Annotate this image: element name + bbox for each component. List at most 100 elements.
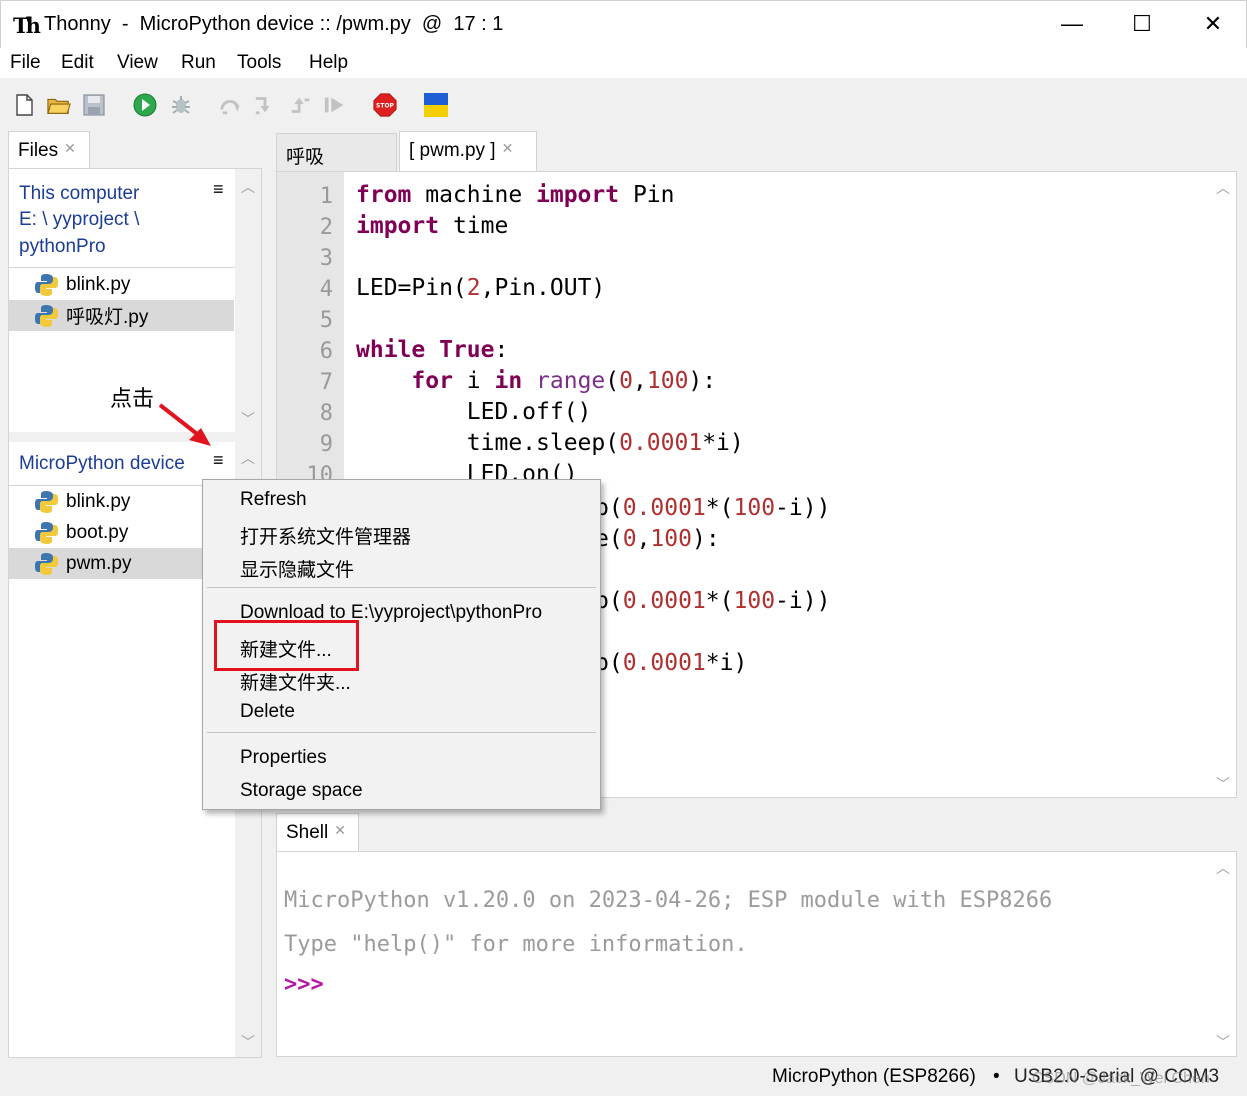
annotation-label: 点击 — [110, 387, 155, 412]
menu-file[interactable]: File — [10, 52, 41, 74]
list-item-selected[interactable]: 呼吸灯.py — [9, 300, 234, 331]
interpreter-selector[interactable]: MicroPython (ESP8266) — [772, 1066, 976, 1088]
tab-close-icon[interactable]: ✕ — [502, 140, 514, 156]
pane-splitter[interactable] — [9, 432, 261, 442]
menu-item-open-file-manager[interactable]: 打开系统文件管理器 — [240, 522, 411, 549]
list-item[interactable]: boot.py — [9, 517, 234, 548]
tab-editor-active[interactable]: [ pwm.py ] ✕ — [399, 131, 537, 172]
code-line: import time — [356, 213, 508, 239]
close-button[interactable]: ✕ — [1178, 1, 1247, 47]
code-token: *( — [705, 495, 734, 521]
tab-shell[interactable]: Shell ✕ — [276, 813, 359, 852]
python-file-icon — [34, 490, 59, 514]
menu-item-new-folder[interactable]: 新建文件夹... — [240, 668, 351, 695]
scroll-up-icon[interactable]: ︿ — [241, 448, 255, 468]
debug-icon[interactable] — [169, 93, 193, 117]
editor-scrollbar[interactable]: ︿ ﹀ — [1210, 172, 1236, 797]
line-number: 7 — [319, 370, 333, 395]
code-token: , — [636, 526, 651, 552]
scroll-up-icon[interactable]: ︿ — [241, 177, 255, 197]
computer-path-part[interactable]: E: \ yyproject \ — [19, 206, 139, 233]
list-item-selected[interactable]: pwm.py — [9, 548, 234, 579]
new-file-icon[interactable] — [12, 93, 36, 117]
maximize-button[interactable]: ☐ — [1107, 1, 1177, 47]
menu-help[interactable]: Help — [309, 52, 348, 74]
line-number: 6 — [319, 339, 333, 364]
device-menu-icon[interactable]: ≡ — [213, 450, 224, 471]
line-number: 2 — [319, 215, 333, 240]
menu-item-delete[interactable]: Delete — [240, 701, 295, 723]
shell-output-line: MicroPython v1.20.0 on 2023-04-26; ESP m… — [284, 888, 1053, 913]
run-icon[interactable] — [133, 93, 157, 117]
minimize-button[interactable]: — — [1037, 1, 1107, 47]
shell-scrollbar[interactable]: ︿ ﹀ — [1210, 852, 1236, 1056]
code-token: 0.0001 — [619, 430, 703, 456]
code-token: Pin — [619, 182, 675, 208]
save-icon[interactable] — [82, 93, 106, 117]
maximize-icon: ☐ — [1132, 11, 1152, 36]
scroll-down-icon[interactable]: ﹀ — [241, 409, 255, 429]
status-bar: MicroPython (ESP8266) • USB2.0-Serial @ … — [0, 1060, 1247, 1096]
python-file-icon — [34, 304, 59, 328]
resume-icon[interactable] — [323, 93, 347, 117]
list-item[interactable]: blink.py — [9, 269, 234, 300]
step-out-icon[interactable] — [288, 93, 312, 117]
micropython-device-link[interactable]: MicroPython device — [19, 450, 185, 477]
menu-item-properties[interactable]: Properties — [240, 747, 327, 769]
code-line-partial: p(0.0001*(100-i)) — [595, 495, 830, 521]
window-title: Thonny - MicroPython device :: /pwm.py @… — [44, 13, 504, 35]
code-token: 100 — [733, 495, 776, 521]
computer-path-part[interactable]: pythonPro — [19, 233, 106, 260]
code-token: from — [356, 182, 412, 208]
code-token: *i) — [705, 650, 748, 676]
step-over-icon[interactable] — [219, 93, 243, 117]
tab-files-label: Files — [18, 140, 59, 161]
menu-item-refresh[interactable]: Refresh — [240, 489, 307, 511]
computer-menu-icon[interactable]: ≡ — [213, 179, 224, 200]
file-name: blink.py — [66, 490, 131, 512]
code-token: in — [494, 368, 523, 394]
shell-panel[interactable]: MicroPython v1.20.0 on 2023-04-26; ESP m… — [276, 851, 1237, 1057]
code-token: , — [633, 368, 647, 394]
highlight-box — [214, 620, 359, 671]
scroll-down-icon[interactable]: ﹀ — [241, 1032, 255, 1052]
line-number: 9 — [319, 432, 333, 457]
tab-editor[interactable]: 呼吸灯.py✕ — [276, 133, 397, 195]
code-token: -i)) — [775, 495, 831, 521]
shell-prompt[interactable]: >>> — [284, 972, 324, 997]
code-token: time — [439, 213, 509, 239]
list-item[interactable]: blink.py — [9, 486, 234, 517]
code-token: 100 — [650, 526, 692, 552]
close-icon: ✕ — [1203, 11, 1223, 36]
code-token: 100 — [733, 588, 776, 614]
scroll-down-icon[interactable]: ﹀ — [1216, 1032, 1230, 1052]
scroll-up-icon[interactable]: ︿ — [1216, 178, 1230, 198]
menu-item-storage-space[interactable]: Storage space — [240, 780, 363, 802]
menu-separator — [207, 587, 596, 588]
step-into-icon[interactable] — [253, 93, 277, 117]
tab-label: [ pwm.py ] — [409, 140, 496, 161]
this-computer-link[interactable]: This computer — [19, 180, 139, 207]
stop-icon[interactable]: STOP — [373, 93, 397, 117]
toolbar: STOP — [0, 78, 1247, 130]
ukraine-flag-icon[interactable] — [424, 93, 448, 117]
menu-edit[interactable]: Edit — [61, 52, 94, 74]
menu-run[interactable]: Run — [181, 52, 216, 74]
menu-item-show-hidden[interactable]: 显示隐藏文件 — [240, 555, 354, 582]
computer-scrollbar[interactable]: ︿ ﹀ — [235, 169, 261, 432]
code-token: ): — [691, 526, 720, 552]
tab-files[interactable]: Files ✕ — [8, 131, 90, 169]
menu-view[interactable]: View — [117, 52, 158, 74]
code-line-partial: p(0.0001*(100-i)) — [595, 588, 830, 614]
scroll-up-icon[interactable]: ︿ — [1216, 858, 1230, 878]
code-token: 0.0001 — [622, 650, 706, 676]
line-number: 3 — [319, 246, 333, 271]
scroll-down-icon[interactable]: ﹀ — [1216, 774, 1230, 794]
line-number: 5 — [319, 308, 333, 333]
menu-tools[interactable]: Tools — [237, 52, 281, 74]
tab-close-icon[interactable]: ✕ — [334, 822, 346, 838]
tab-close-icon[interactable]: ✕ — [64, 140, 76, 156]
open-folder-icon[interactable] — [47, 93, 71, 117]
